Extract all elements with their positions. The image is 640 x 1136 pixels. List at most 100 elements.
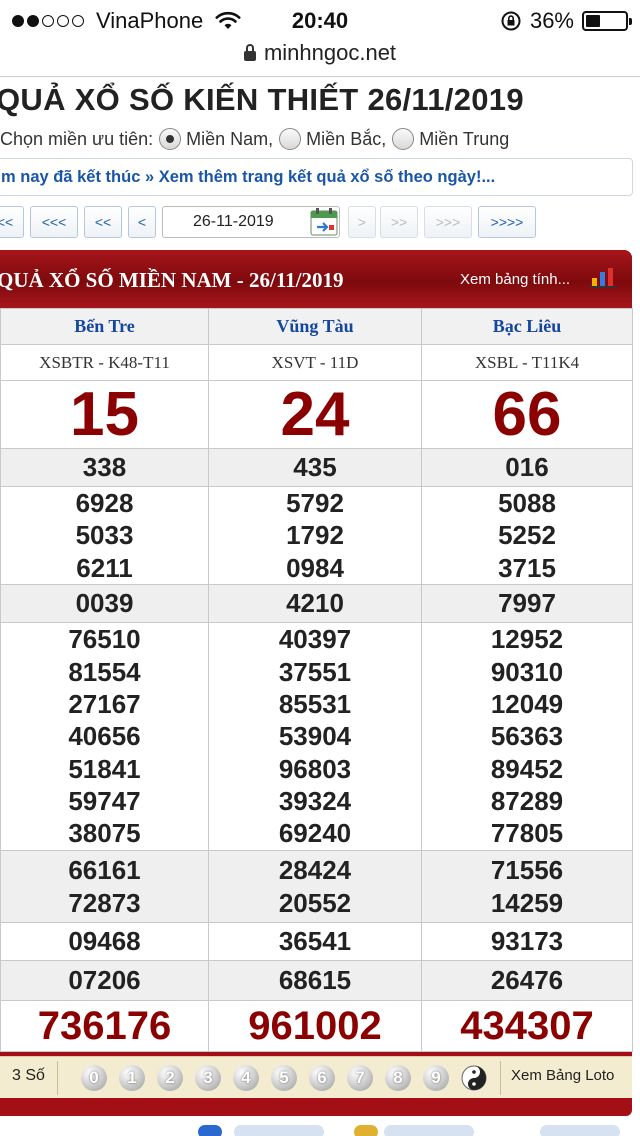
prize-number: 3715 bbox=[498, 552, 556, 583]
prize-cell: 07206 bbox=[0, 960, 209, 1001]
pager-back-2-button[interactable]: << bbox=[84, 206, 122, 238]
prize-number: 81554 bbox=[68, 656, 141, 687]
prize-row-g1: 07206 68615 26476 bbox=[0, 960, 633, 1001]
prize-number: 14259 bbox=[490, 887, 564, 918]
view-table-link[interactable]: Xem bảng tính... bbox=[460, 271, 570, 288]
province-name[interactable]: Vũng Tàu bbox=[208, 308, 422, 345]
prize-number: 0039 bbox=[75, 588, 134, 619]
region-label-mien-bac[interactable]: Miền Bắc, bbox=[306, 129, 386, 150]
pager-last-button[interactable]: >>>> bbox=[478, 206, 536, 238]
radio-mien-bac[interactable] bbox=[279, 128, 302, 150]
prize-number: 5792 bbox=[286, 488, 344, 519]
region-prompt: Chọn miền ưu tiên: bbox=[0, 128, 154, 149]
region-label-mien-nam[interactable]: Miền Nam, bbox=[186, 129, 273, 150]
notice-link[interactable]: m nay đã kết thúc » Xem thêm trang kết q… bbox=[0, 158, 633, 196]
prize-cell: 93173 bbox=[421, 922, 633, 961]
prize-number: 09468 bbox=[68, 926, 141, 957]
prize-cell: 26476 bbox=[421, 960, 633, 1001]
prize-number: 0984 bbox=[286, 552, 344, 583]
prize-cell: 68615 bbox=[208, 960, 422, 1001]
loto-digit-7[interactable]: 7 bbox=[347, 1065, 373, 1091]
prize-number: 71556 bbox=[490, 855, 564, 886]
prize-number: 69240 bbox=[278, 818, 352, 849]
url-text: minhngoc.net bbox=[263, 40, 397, 65]
province-name[interactable]: Bến Tre bbox=[0, 308, 209, 345]
prize-row-g7: 338 435 016 bbox=[0, 448, 633, 487]
prize-row-db: 736176 961002 434307 bbox=[0, 1000, 633, 1052]
loto-label[interactable]: 3 Số bbox=[12, 1067, 45, 1085]
prize-number: 15 bbox=[70, 379, 139, 449]
separator bbox=[57, 1061, 58, 1095]
prize-number: 434307 bbox=[460, 1004, 594, 1048]
prize-row-g8: 15 24 66 bbox=[0, 379, 633, 449]
calendar-icon[interactable] bbox=[309, 207, 339, 237]
pager-first-button[interactable]: << bbox=[0, 206, 24, 238]
radio-mien-nam[interactable] bbox=[159, 128, 182, 150]
prize-number: 56363 bbox=[490, 721, 564, 752]
prize-cell: 40397 37551 85531 53904 96803 39324 69240 bbox=[208, 622, 422, 851]
prize-number: 5252 bbox=[498, 520, 556, 551]
loto-digit-5[interactable]: 5 bbox=[271, 1065, 297, 1091]
prize-row-g5: 0039 4210 7997 bbox=[0, 584, 633, 623]
loto-digit-8[interactable]: 8 bbox=[385, 1065, 411, 1091]
prize-number: 26476 bbox=[490, 965, 564, 996]
prize-number: 36541 bbox=[278, 926, 352, 957]
prize-number: 40656 bbox=[68, 721, 141, 752]
prize-cell: 5088 5252 3715 bbox=[421, 486, 633, 585]
prize-number: 59747 bbox=[68, 785, 141, 816]
prize-number: 07206 bbox=[68, 965, 141, 996]
prize-number: 72873 bbox=[68, 887, 141, 918]
prize-cell: 66 bbox=[421, 380, 633, 449]
loto-digit-3[interactable]: 3 bbox=[195, 1065, 221, 1091]
prize-cell: 435 bbox=[208, 448, 422, 487]
ticket-code-row: XSBTR - K48-T11 XSVT - 11D XSBL - T11K4 bbox=[0, 344, 633, 381]
prize-cell: 338 bbox=[0, 448, 209, 487]
pager-prev-button[interactable]: < bbox=[128, 206, 156, 238]
prize-number: 37551 bbox=[278, 656, 352, 687]
prize-number: 38075 bbox=[68, 818, 141, 849]
prize-number: 1792 bbox=[286, 520, 344, 551]
bar-chart-icon[interactable] bbox=[590, 266, 616, 288]
prize-cell: 4210 bbox=[208, 584, 422, 623]
region-label-mien-trung[interactable]: Miền Trung bbox=[419, 129, 509, 150]
loto-digit-1[interactable]: 1 bbox=[119, 1065, 145, 1091]
status-right: 36% bbox=[500, 8, 632, 34]
loto-digit-6[interactable]: 6 bbox=[309, 1065, 335, 1091]
prize-row-g6: 6928 5033 6211 5792 1792 0984 5088 5252 3715 bbox=[0, 486, 633, 585]
prize-number: 28424 bbox=[278, 855, 352, 886]
status-bar: VinaPhone 20:40 36% bbox=[0, 0, 640, 40]
prize-number: 90310 bbox=[490, 656, 564, 687]
province-name[interactable]: Bạc Liêu bbox=[421, 308, 633, 345]
prize-number: 27167 bbox=[68, 689, 141, 720]
prize-cell: 15 bbox=[0, 379, 209, 449]
loto-digit-4[interactable]: 4 bbox=[233, 1065, 259, 1091]
ticket-code: XSBTR - K48-T11 bbox=[0, 344, 209, 381]
divider bbox=[0, 76, 640, 77]
prize-number: 93173 bbox=[490, 926, 564, 957]
loto-digit-2[interactable]: 2 bbox=[157, 1065, 183, 1091]
prize-row-g3: 66161 72873 28424 20552 71556 14259 bbox=[0, 850, 633, 923]
pager-forward-2-button[interactable]: >> bbox=[380, 206, 418, 238]
prize-number: 20552 bbox=[278, 887, 352, 918]
prize-number: 736176 bbox=[37, 1004, 172, 1048]
prize-cell: 24 bbox=[208, 380, 422, 449]
loto-digit-9[interactable]: 9 bbox=[423, 1065, 449, 1091]
result-table: Bến Tre Vũng Tàu Bạc Liêu XSBTR - K48-T11 XS… bbox=[0, 308, 633, 1052]
prize-cell: 28424 20552 bbox=[208, 850, 422, 923]
result-panel: QUẢ XỔ SỐ MIỀN NAM - 26/11/2019 Xem bảng… bbox=[0, 250, 633, 1116]
pager-next-button[interactable]: > bbox=[348, 206, 376, 238]
prize-number: 016 bbox=[505, 452, 549, 483]
yin-yang-icon[interactable] bbox=[461, 1065, 487, 1091]
address-bar[interactable]: minhngoc.net bbox=[0, 40, 640, 72]
prize-number: 51841 bbox=[68, 753, 141, 784]
pager-forward-3-button[interactable]: >>> bbox=[424, 206, 472, 238]
prize-cell: 736176 bbox=[0, 1000, 209, 1052]
pager-back-3-button[interactable]: <<< bbox=[30, 206, 78, 238]
prize-number: 6211 bbox=[76, 552, 133, 583]
prize-number: 66161 bbox=[68, 855, 141, 886]
result-title: QUẢ XỔ SỐ MIỀN NAM - 26/11/2019 bbox=[0, 268, 344, 292]
loto-digit-0[interactable]: 0 bbox=[81, 1065, 107, 1091]
radio-mien-trung[interactable] bbox=[392, 128, 415, 150]
prize-cell: 66161 72873 bbox=[0, 850, 209, 923]
view-loto-link[interactable]: Xem Bảng Loto bbox=[511, 1067, 614, 1084]
